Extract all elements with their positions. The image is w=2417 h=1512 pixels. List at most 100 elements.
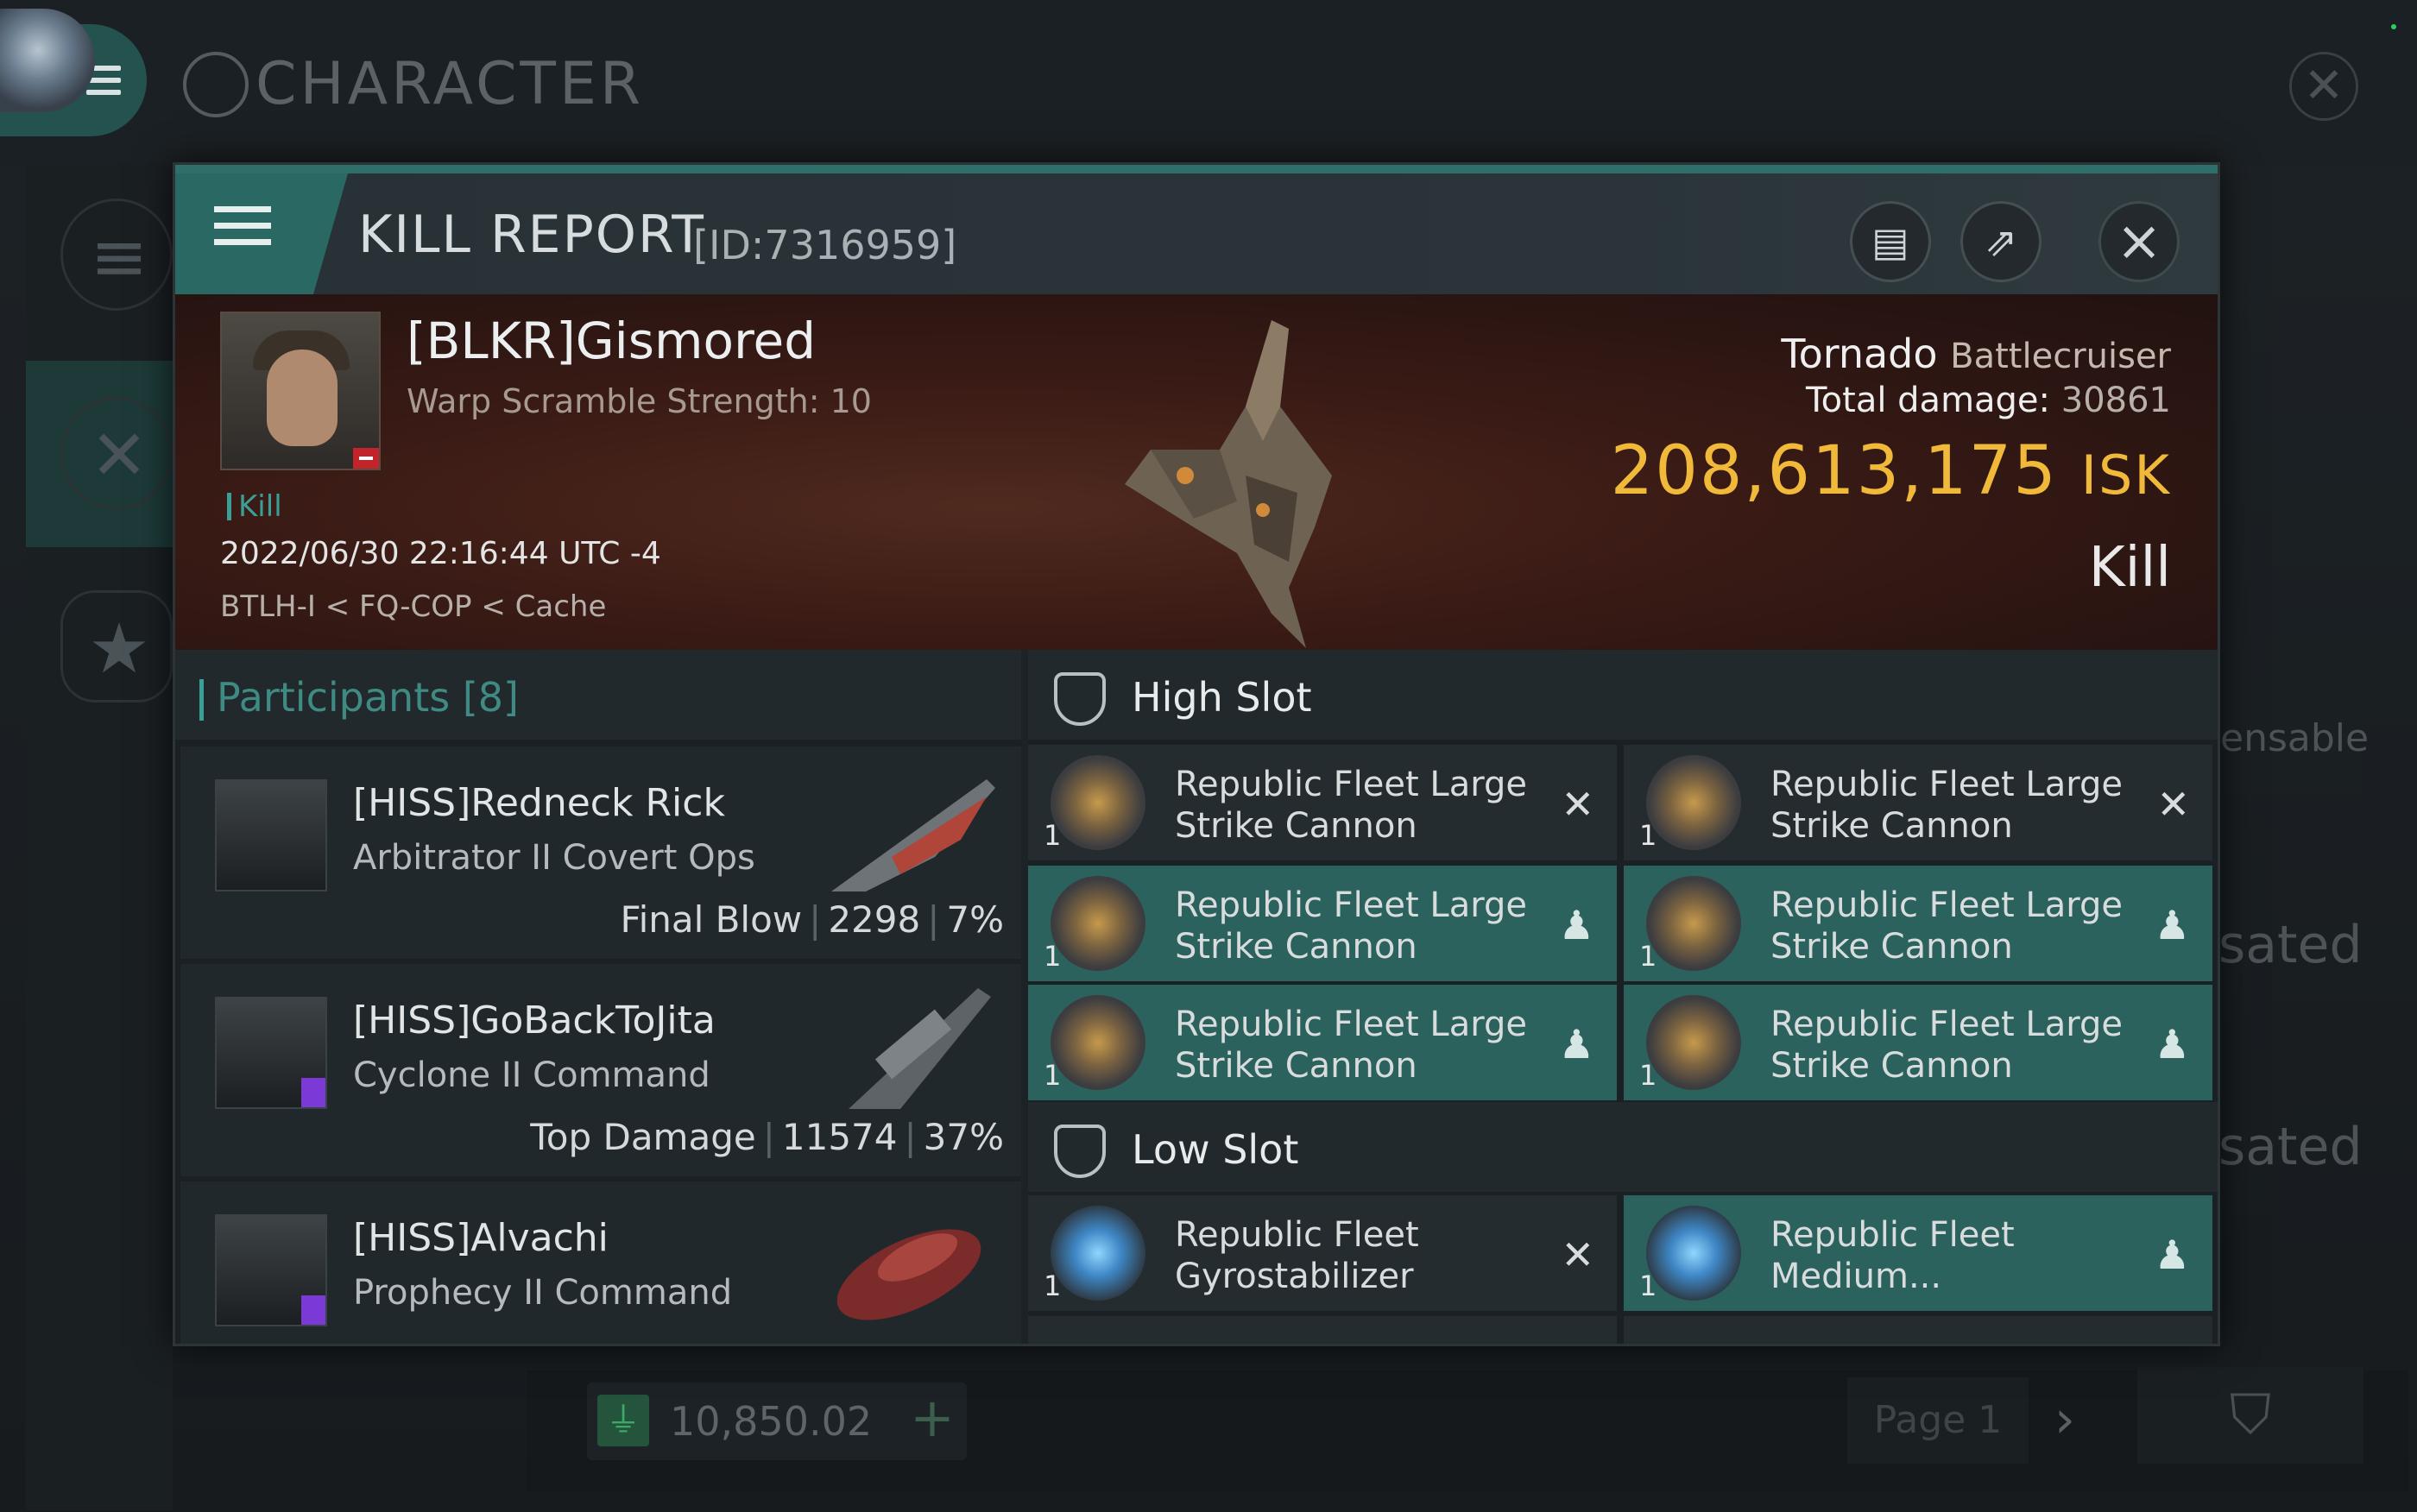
person-icon: ♟ (2154, 1232, 2190, 1278)
hamburger-icon (214, 206, 271, 255)
module-name: Republic Fleet Large Strike Cannon (1770, 1005, 2123, 1086)
person-icon: ♟ (2154, 902, 2190, 948)
external-link-icon: ⇗ (1984, 218, 2018, 265)
module-qty: 1 (1639, 1059, 1657, 1092)
module-row[interactable]: 1 Republic Fleet Large Strike Cannon ♟ (1028, 866, 1617, 981)
module-row[interactable]: 1 Republic Fleet Large Strike Cannon ♟ (1624, 866, 2212, 981)
list-icon: ≡ (90, 217, 148, 297)
module-qty: 1 (1639, 819, 1657, 852)
kill-report-menu-button[interactable] (175, 173, 348, 294)
person-icon: ♟ (1558, 1021, 1594, 1068)
isk-amount: 208,613,175 (1610, 432, 2058, 510)
participant-name: [HISS]Redneck Rick (353, 781, 725, 825)
module-name: Republic Fleet Large Strike Cannon (1770, 765, 2123, 846)
close-button[interactable]: × (2098, 201, 2180, 282)
participant-portrait (215, 997, 327, 1109)
status-dot (2391, 24, 2396, 29)
module-row[interactable]: 1 Republic Fleet Large Strike Cannon ✕ (1624, 745, 2212, 860)
participants-count: [8] (462, 674, 520, 721)
module-row-partial[interactable] (1624, 1316, 2212, 1344)
close-icon: ✕ (2156, 781, 2190, 828)
next-page-button[interactable]: › (2054, 1389, 2075, 1450)
kill-report-title: KILL REPORT (358, 205, 705, 265)
participant-ship-image (849, 988, 991, 1109)
stat-label: Top Damage (530, 1116, 756, 1158)
isk-unit: ISK (2080, 444, 2171, 507)
sidebar-menu-button[interactable]: ≡ (60, 198, 173, 311)
corp-badge (301, 1295, 325, 1325)
module-row[interactable]: 1 Republic Fleet Large Strike Cannon ♟ (1028, 985, 1617, 1100)
participants-panel: Participants [8] [HISS]Redneck Rick Arbi… (175, 650, 1021, 1344)
wallet[interactable]: ⏚ 10,850.02 + (587, 1383, 967, 1460)
module-row[interactable]: 1 Republic Fleet Medium... ♟ (1624, 1195, 2212, 1311)
high-slot-icon (1054, 672, 1106, 726)
participant-row[interactable]: [HISS]Alvachi Prophecy II Command (180, 1181, 1021, 1344)
sidebar-star-button[interactable]: ★ (60, 590, 173, 702)
plex-icon: ⏚ (597, 1395, 649, 1446)
module-row[interactable]: 1 Republic Fleet Large Strike Cannon ✕ (1028, 745, 1617, 860)
kill-report-id[interactable]: [ID:7316959] (693, 222, 956, 268)
participant-portrait (215, 779, 327, 891)
stat-percent: 7% (946, 898, 1004, 941)
close-icon: ✕ (1561, 1232, 1594, 1278)
module-icon (1646, 995, 1741, 1090)
clipboard-icon: ▤ (1871, 218, 1909, 265)
participant-name: [HISS]GoBackToJita (353, 999, 716, 1043)
total-damage-value: 30861 (2060, 381, 2171, 420)
module-name: Republic Fleet Large Strike Cannon (1770, 885, 2123, 967)
module-qty: 1 (1044, 1059, 1062, 1092)
clipboard-button[interactable]: ▤ (1850, 201, 1931, 282)
bg-text-sated-1: sated (2218, 915, 2363, 975)
close-icon: × (2116, 210, 2162, 274)
add-funds-button[interactable]: + (902, 1386, 962, 1455)
participant-ship-image (836, 1229, 981, 1320)
isk-value: 208,613,175 ISK (1611, 432, 2171, 510)
standing-badge (353, 448, 379, 469)
portrait-face (267, 350, 338, 446)
kill-location[interactable]: BTLH-I < FQ-COP < Cache (220, 589, 606, 624)
participant-ship: Arbitrator II Covert Ops (353, 838, 755, 878)
module-row[interactable]: 1 Republic Fleet Large Strike Cannon ♟ (1624, 985, 2212, 1100)
victim-name[interactable]: [BLKR]Gismored (407, 312, 816, 370)
participants-label: Participants (217, 674, 451, 721)
total-damage-label: Total damage: (1806, 381, 2051, 420)
victim-portrait[interactable] (220, 312, 381, 470)
wallet-balance: 10,850.02 (670, 1398, 873, 1445)
module-qty: 1 (1044, 1269, 1062, 1302)
module-name: Republic Fleet Large Strike Cannon (1175, 885, 1527, 967)
module-name: Republic Fleet Large Strike Cannon (1175, 1005, 1527, 1086)
participant-portrait (215, 1214, 327, 1326)
warp-scramble-strength: Warp Scramble Strength: 10 (407, 382, 872, 420)
page-indicator: Page 1 (1847, 1377, 2029, 1464)
module-qty: 1 (1044, 819, 1062, 852)
participant-stats: Top Damage | 11574 | 37% (530, 1116, 1004, 1158)
stat-damage: 11574 (781, 1116, 898, 1158)
stat-label: Final Blow (620, 898, 803, 941)
person-icon: ♟ (2154, 1021, 2190, 1068)
module-row[interactable]: 1 Republic Fleet Gyrostabilizer ✕ (1028, 1195, 1617, 1311)
participant-row[interactable]: [HISS]GoBackToJita Cyclone II Command To… (180, 964, 1021, 1176)
character-close-button[interactable]: ✕ (2289, 52, 2358, 121)
participant-row[interactable]: [HISS]Redneck Rick Arbitrator II Covert … (180, 747, 1021, 959)
module-qty: 1 (1639, 1269, 1657, 1302)
module-icon (1051, 1206, 1145, 1301)
module-icon (1646, 876, 1741, 971)
bg-text-sated-2: sated (2218, 1117, 2363, 1177)
participants-header[interactable]: Participants [8] (175, 650, 1021, 740)
module-icon (1051, 755, 1145, 850)
participant-ship-image (831, 779, 995, 891)
ship-image[interactable] (1073, 303, 1418, 648)
module-name: Republic Fleet Gyrostabilizer (1175, 1215, 1419, 1296)
kill-result: Kill (2088, 536, 2171, 600)
ship-name[interactable]: Tornado Battlecruiser (1781, 331, 2171, 377)
module-icon (1646, 1206, 1741, 1301)
ship-type: Tornado (1781, 331, 1938, 377)
crossed-swords-icon: ✕ (90, 415, 148, 495)
module-row-partial[interactable] (1028, 1316, 1617, 1344)
filter-button[interactable]: ⛉ (2137, 1367, 2363, 1464)
participant-name: [HISS]Alvachi (353, 1216, 609, 1260)
victim-banner: [BLKR]Gismored Warp Scramble Strength: 1… (175, 294, 2218, 650)
low-slot-label: Low Slot (1132, 1126, 1299, 1173)
share-button[interactable]: ⇗ (1960, 201, 2042, 282)
sidebar-combat-button[interactable]: ✕ (60, 397, 173, 509)
